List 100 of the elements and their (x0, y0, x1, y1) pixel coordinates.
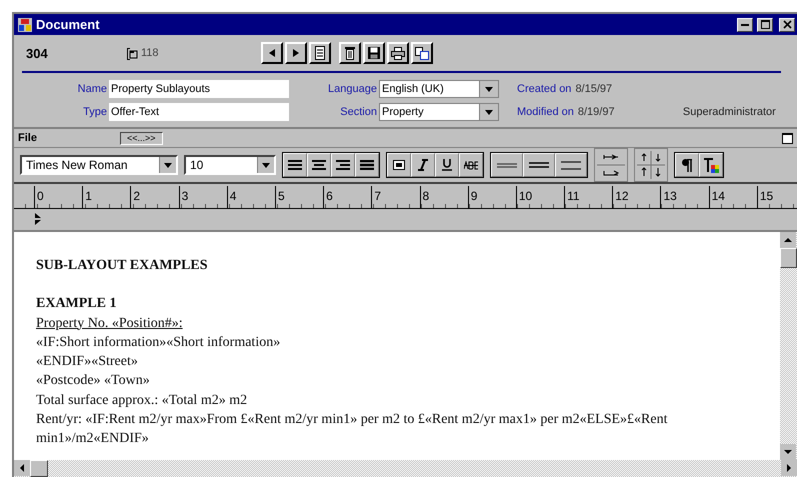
ruler-number: 5 (274, 186, 324, 208)
strikethrough-button[interactable] (459, 153, 483, 177)
ruler-number: 2 (130, 186, 179, 208)
record-number: 304 (25, 46, 49, 60)
ruler-number: 1 (82, 186, 130, 208)
ruler-number: 14 (708, 186, 757, 208)
text-color-icon (703, 158, 719, 172)
document-line: SUB-LAYOUT EXAMPLES (36, 257, 209, 275)
maximize-icon (760, 20, 770, 29)
ruler-number: 6 (323, 186, 372, 208)
scroll-right-icon[interactable] (781, 460, 797, 476)
document-line: Total surface approx.: «Total m2» m2 (36, 392, 248, 410)
spacing-buttons[interactable] (634, 148, 668, 182)
ruler-number: 7 (371, 186, 420, 208)
type-field[interactable]: Offer-Text (109, 103, 289, 121)
justify-icon (360, 160, 374, 170)
name-field[interactable]: Property Sublayouts (109, 80, 289, 98)
document-line: Rent/yr: «IF:Rent m2/yr max»From £«Rent m2/yr min1» per m2 to £«Rent m2/yr max1» per m2«ELSE»£«Rent min1»/m2«ENDIF» (36, 411, 668, 448)
ruler-number: 11 (564, 186, 612, 208)
section-label: Section (339, 106, 378, 118)
folder-icon (126, 46, 138, 60)
window-title: Document (36, 17, 100, 32)
document-line: «ENDIF»«Street» (36, 353, 139, 372)
caret-icon (159, 157, 176, 173)
indent-marker-icon[interactable] (34, 212, 42, 226)
file-menu[interactable]: File (18, 132, 120, 144)
left-arrow-icon (269, 49, 275, 57)
ruler-number: 13 (660, 186, 709, 208)
scroll-thumb[interactable] (780, 248, 797, 268)
delete-button[interactable] (339, 42, 361, 64)
line-spacing-button[interactable] (555, 153, 587, 177)
table-icon (393, 160, 405, 170)
text-color-button[interactable] (699, 153, 723, 177)
paragraph-mark-button[interactable] (675, 153, 699, 177)
previous-button[interactable] (261, 42, 283, 64)
user-name: Superadministrator (682, 106, 776, 118)
caret-icon (479, 104, 498, 120)
modified-label: Modified on (517, 106, 574, 118)
print-button[interactable] (387, 42, 409, 64)
scroll-up-icon[interactable] (780, 232, 796, 248)
section-dropdown[interactable]: Property (379, 103, 499, 121)
document-line: Property No. «Position#»: (36, 314, 184, 333)
align-center-icon (312, 160, 326, 170)
underline-icon (442, 159, 452, 171)
minimize-button[interactable] (737, 18, 753, 32)
font-dropdown[interactable]: Times New Roman (20, 155, 178, 175)
name-label: Name (76, 83, 108, 95)
type-label: Type (82, 106, 108, 118)
created-date: 8/15/97 (575, 83, 614, 95)
pilcrow-icon (682, 158, 692, 172)
ruler-number: 9 (468, 186, 516, 208)
app-icon (18, 18, 32, 32)
copy-button[interactable] (411, 42, 433, 64)
caret-icon (479, 81, 498, 97)
toggle-button[interactable]: <<...>> (120, 132, 163, 144)
close-button[interactable] (779, 18, 795, 32)
scroll-down-icon[interactable] (780, 444, 796, 460)
document-line: «IF:Short information»«Short information» (36, 334, 282, 352)
scroll-thumb[interactable] (30, 460, 48, 477)
language-dropdown[interactable]: English (UK) (379, 80, 499, 98)
align-center-button[interactable] (307, 153, 331, 177)
restore-icon[interactable] (782, 132, 793, 144)
line-spacing-button[interactable] (523, 153, 555, 177)
printer-icon (391, 46, 405, 60)
single-spacing-icon (497, 162, 517, 168)
trash-icon (345, 46, 355, 60)
justify-button[interactable] (355, 153, 379, 177)
created-label: Created on (517, 83, 572, 95)
list-button[interactable] (309, 42, 331, 64)
medium-spacing-icon (529, 162, 549, 168)
maximize-button[interactable] (757, 18, 773, 32)
language-label: Language (327, 83, 378, 95)
double-spacing-icon (561, 160, 581, 170)
ruler-number: 12 (612, 186, 660, 208)
vertical-scrollbar[interactable] (780, 232, 797, 460)
horizontal-scrollbar[interactable] (14, 460, 797, 477)
next-button[interactable] (285, 42, 307, 64)
align-right-icon (336, 160, 350, 170)
attachment-count: 118 (141, 47, 160, 59)
align-left-icon (288, 160, 302, 170)
align-right-button[interactable] (331, 153, 355, 177)
document-line: EXAMPLE 1 (36, 295, 118, 314)
scroll-left-icon[interactable] (14, 460, 30, 476)
close-icon (782, 20, 792, 29)
copy-icon (415, 46, 429, 60)
modified-date: 8/19/97 (578, 106, 616, 118)
indent-buttons[interactable] (594, 148, 628, 182)
italic-button[interactable] (411, 153, 435, 177)
ruler-number: 3 (178, 186, 227, 208)
italic-icon (418, 159, 428, 171)
underline-button[interactable] (435, 153, 459, 177)
save-button[interactable] (363, 42, 385, 64)
ruler-number: 8 (420, 186, 468, 208)
ruler-number: 15 (756, 186, 797, 208)
line-spacing-button[interactable] (491, 153, 523, 177)
right-arrow-icon (293, 49, 299, 57)
align-left-button[interactable] (283, 153, 307, 177)
minimize-icon (741, 24, 749, 26)
size-dropdown[interactable]: 10 (184, 155, 276, 175)
document-line: «Postcode» «Town» (36, 372, 151, 390)
